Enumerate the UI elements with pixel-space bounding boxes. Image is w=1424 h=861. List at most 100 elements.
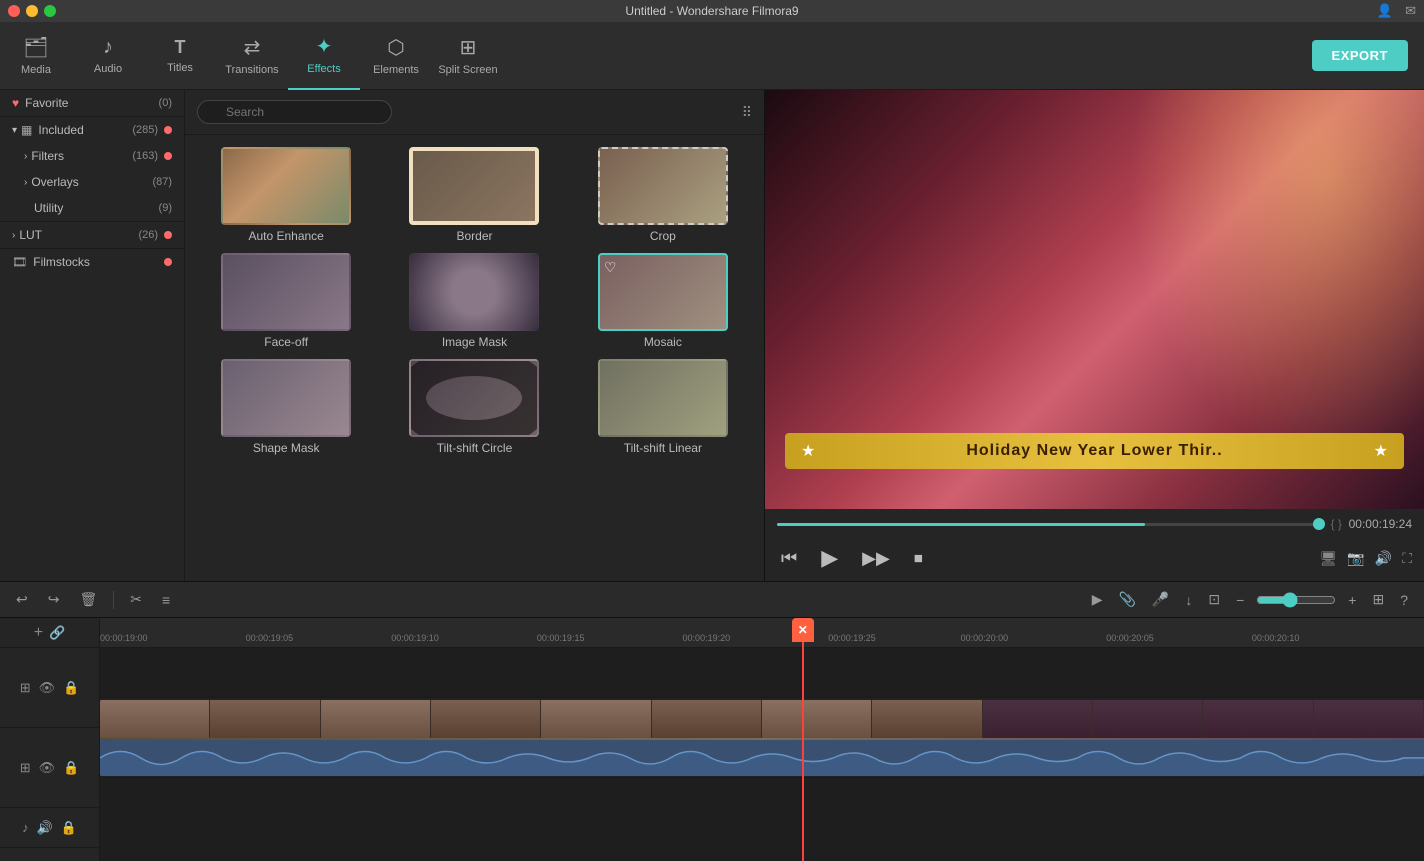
playhead-pin: ✕ xyxy=(792,618,814,642)
sidebar-item-filmstocks[interactable]: 🎞 Filmstocks xyxy=(0,249,184,275)
effect-item-border[interactable]: Border xyxy=(385,147,563,243)
delete-button[interactable]: 🗑 xyxy=(75,589,101,610)
toolbar-item-transitions[interactable]: ⇄ Transitions xyxy=(216,22,288,90)
ruler-tick-2: 00:00:19:10 xyxy=(391,633,439,643)
plus-icon[interactable]: + xyxy=(1344,590,1360,610)
effect-item-image-mask[interactable]: Image Mask xyxy=(385,253,563,349)
effect-item-tiltshift-circle[interactable]: Tilt-shift Circle xyxy=(385,359,563,455)
sidebar-item-favorite[interactable]: ♥ Favorite (0) xyxy=(0,90,184,116)
toolbar-item-audio[interactable]: ♪ Audio xyxy=(72,22,144,90)
clip-icon[interactable]: 📎 xyxy=(1114,589,1139,610)
cut-button[interactable]: ✂ xyxy=(126,589,146,610)
timeline-tracks-right[interactable]: 00:00:19:00 00:00:19:05 00:00:19:10 00:0… xyxy=(100,618,1424,861)
toolbar-item-elements[interactable]: ⬡ Elements xyxy=(360,22,432,90)
track-row-left-2: ⊞ 👁 🔒 xyxy=(0,728,99,808)
effects-label: Effects xyxy=(307,63,340,75)
sidebar-item-utility[interactable]: Utility (9) xyxy=(0,195,184,221)
frame-12 xyxy=(1314,700,1424,738)
camera-icon[interactable]: 📷 xyxy=(1347,550,1364,567)
effect-thumb-shape-mask xyxy=(221,359,351,437)
progress-fill xyxy=(777,523,1145,526)
prev-frame-button[interactable]: ⏮ xyxy=(777,544,801,573)
stop-button[interactable]: ⏹ xyxy=(910,544,927,573)
effect-item-tiltshift-linear[interactable]: Tilt-shift Linear xyxy=(574,359,752,455)
effect-label-mosaic: Mosaic xyxy=(644,335,682,349)
sidebar-item-filters[interactable]: › Filters (163) xyxy=(0,143,184,169)
video-clip-1[interactable] xyxy=(100,700,1424,776)
sidebar-item-lut[interactable]: › LUT (26) xyxy=(0,222,184,248)
mosaic-heart-icon: ♡ xyxy=(604,259,617,276)
track1-lock-icon[interactable]: 🔒 xyxy=(63,680,79,696)
toolbar-item-media[interactable]: 🗂 Media xyxy=(0,22,72,90)
arrow-icon[interactable]: ↓ xyxy=(1181,590,1196,610)
ruler-tick-0: 00:00:19:00 xyxy=(100,633,148,643)
export-button[interactable]: EXPORT xyxy=(1312,40,1408,71)
toolbar-item-titles[interactable]: T Titles xyxy=(144,22,216,90)
video-clip-frames xyxy=(100,700,1424,738)
mail-icon[interactable]: ✉ xyxy=(1405,3,1416,19)
volume-icon[interactable]: 🔊 xyxy=(1375,550,1392,567)
undo-button[interactable]: ↩ xyxy=(12,589,32,610)
audio-waveform xyxy=(100,740,1424,776)
add-track-button[interactable]: + xyxy=(34,624,43,642)
toolbar-item-effects[interactable]: ✦ Effects xyxy=(288,22,360,90)
sidebar-item-included[interactable]: ▾ ▦ Included (285) xyxy=(0,117,184,143)
overlays-chevron-icon: › xyxy=(24,177,27,188)
toolbar-nav-items: 🗂 Media ♪ Audio T Titles ⇄ Transitions ✦… xyxy=(0,22,504,90)
effects-grid: Auto Enhance Border Crop Face-off Image … xyxy=(185,135,764,467)
minus-icon[interactable]: − xyxy=(1232,590,1248,610)
frame-6 xyxy=(652,700,762,738)
effect-item-mosaic[interactable]: ♡ Mosaic xyxy=(574,253,752,349)
track1-eye-icon[interactable]: 👁 xyxy=(39,680,56,696)
ruler-tick-7: 00:00:20:05 xyxy=(1106,633,1154,643)
frame-5 xyxy=(541,700,651,738)
preview-controls: { } 00:00:19:24 ⏮ ▶ ▶▶ ⏹ 🖥 📷 🔊 ⛶ xyxy=(765,509,1424,581)
zoom-slider[interactable] xyxy=(1256,592,1336,608)
effect-item-auto-enhance[interactable]: Auto Enhance xyxy=(197,147,375,243)
toolbar-item-splitscreen[interactable]: ⊞ Split Screen xyxy=(432,22,504,90)
redo-button[interactable]: ↪ xyxy=(44,589,64,610)
effect-item-face-off[interactable]: Face-off xyxy=(197,253,375,349)
track2-grid-icon[interactable]: ⊞ xyxy=(20,760,31,776)
transitions-icon: ⇄ xyxy=(244,35,261,60)
effect-item-shape-mask[interactable]: Shape Mask xyxy=(197,359,375,455)
track3-lock-icon[interactable]: 🔒 xyxy=(61,820,77,836)
link-icon[interactable]: 🔗 xyxy=(49,625,65,641)
progress-track[interactable] xyxy=(777,523,1319,526)
playback-row: ⏮ ▶ ▶▶ ⏹ 🖥 📷 🔊 ⛶ xyxy=(765,535,1424,581)
play-button[interactable]: ▶ xyxy=(817,541,842,575)
track3-vol-icon[interactable]: 🔊 xyxy=(37,820,53,836)
playhead[interactable]: ✕ xyxy=(802,618,804,861)
fullscreen-icon[interactable]: ⛶ xyxy=(1402,550,1412,567)
play-tl-icon[interactable]: ▶ xyxy=(1088,589,1107,610)
favorite-label: Favorite xyxy=(25,96,68,110)
grid-toggle-icon[interactable]: ⠿ xyxy=(742,104,752,121)
playhead-x-icon: ✕ xyxy=(798,623,808,637)
track3-music-icon[interactable]: ♪ xyxy=(22,820,29,835)
sidebar-item-overlays[interactable]: › Overlays (87) xyxy=(0,169,184,195)
monitor-icon[interactable]: 🖥 xyxy=(1320,550,1338,567)
track1-grid-icon[interactable]: ⊞ xyxy=(20,680,31,696)
play-forward-button[interactable]: ▶▶ xyxy=(858,544,894,573)
track-audio-2 xyxy=(100,778,1424,818)
search-input[interactable] xyxy=(197,100,392,124)
ruler-tick-1: 00:00:19:05 xyxy=(246,633,294,643)
main-toolbar: 🗂 Media ♪ Audio T Titles ⇄ Transitions ✦… xyxy=(0,22,1424,90)
help-icon[interactable]: ? xyxy=(1396,590,1412,610)
caption-icon[interactable]: ⊡ xyxy=(1204,589,1224,610)
effect-item-crop[interactable]: Crop xyxy=(574,147,752,243)
effects-panel: 🔍 ⠿ Auto Enhance Border Crop xyxy=(185,90,764,581)
overlays-count: (87) xyxy=(152,176,172,188)
track-row-left-1: ⊞ 👁 🔒 xyxy=(0,648,99,728)
minimize-button[interactable] xyxy=(26,5,38,17)
track2-eye-icon[interactable]: 👁 xyxy=(39,760,56,776)
window-controls[interactable] xyxy=(8,5,56,17)
mic-icon[interactable]: 🎤 xyxy=(1148,589,1173,610)
track2-lock-icon[interactable]: 🔒 xyxy=(63,760,79,776)
user-icon[interactable]: 👤 xyxy=(1377,3,1393,19)
close-button[interactable] xyxy=(8,5,20,17)
maximize-button[interactable] xyxy=(44,5,56,17)
filters-count: (163) xyxy=(132,150,158,162)
list-button[interactable]: ≡ xyxy=(158,590,174,610)
grid-view-icon[interactable]: ⊞ xyxy=(1368,589,1388,610)
